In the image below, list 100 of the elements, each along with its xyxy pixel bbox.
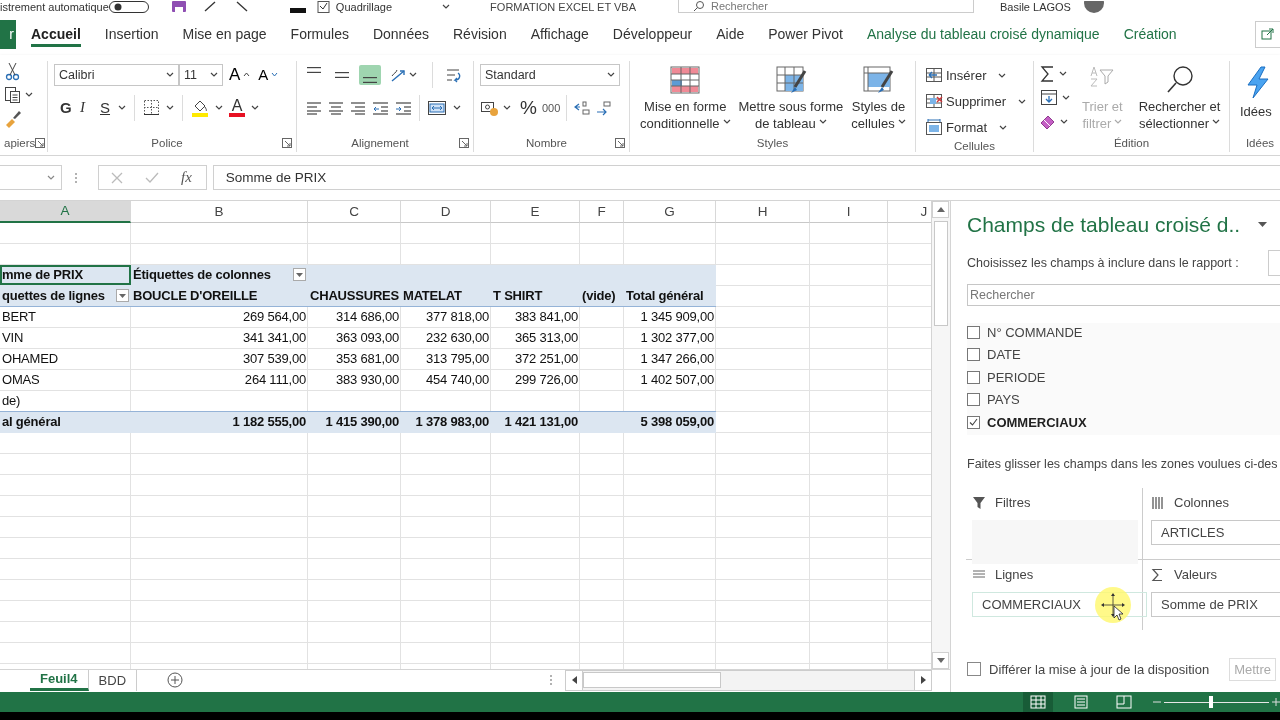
italic-button[interactable]: I — [80, 99, 94, 117]
ribbon-button[interactable]: Mettre sous forme de tableau — [734, 64, 848, 134]
ribbon-tab[interactable]: Données — [360, 14, 441, 55]
avatar-icon[interactable] — [1082, 1, 1105, 13]
column-header[interactable]: B — [131, 200, 308, 223]
ribbon-tab[interactable]: Création — [1111, 14, 1189, 55]
scroll-left-icon[interactable] — [571, 676, 577, 685]
percent-button[interactable]: % — [520, 96, 537, 119]
ribbon-tab[interactable]: Révision — [441, 14, 519, 55]
copy-icon[interactable] — [4, 85, 22, 105]
scrollbar-thumb[interactable] — [583, 672, 721, 689]
align-bottom-button[interactable] — [359, 64, 381, 85]
formula-input[interactable]: Somme de PRIX — [212, 165, 1280, 191]
align-center-icon[interactable] — [328, 100, 344, 115]
dialog-launcher-icon[interactable] — [615, 137, 625, 148]
ribbon-button[interactable]: Format — [922, 115, 1029, 140]
file-tab[interactable]: r — [0, 20, 16, 49]
ribbon-button[interactable]: Insérer — [922, 63, 1029, 88]
scroll-up-icon[interactable] — [936, 206, 945, 212]
ribbon-tab[interactable]: Aide — [704, 14, 757, 55]
dialog-launcher-icon[interactable] — [35, 137, 46, 148]
fill-color-icon[interactable] — [191, 98, 209, 117]
ribbon-tab[interactable]: Formules — [278, 14, 361, 55]
decrease-decimal-icon[interactable] — [573, 99, 591, 116]
column-header[interactable]: I — [810, 200, 888, 223]
table-cell: 1 421 131,00 — [491, 411, 580, 433]
ribbon-tab[interactable]: Mise en page — [170, 14, 279, 55]
autosave-toggle[interactable] — [108, 1, 149, 13]
number-format-dropdown[interactable]: Standard — [480, 63, 620, 86]
increase-decimal-icon[interactable] — [595, 99, 613, 116]
thousands-separator-button[interactable]: 000 — [541, 101, 561, 114]
column-header[interactable]: G — [624, 200, 716, 223]
font-size-dropdown[interactable]: 11 — [179, 63, 223, 86]
shrink-font-button[interactable]: A — [256, 66, 281, 84]
wrap-text-icon[interactable] — [445, 66, 463, 83]
indent-increase-icon[interactable] — [395, 100, 412, 115]
search-field[interactable]: Rechercher — [967, 283, 1280, 306]
column-header[interactable]: H — [716, 200, 810, 223]
sum-icon[interactable] — [1040, 64, 1055, 83]
borders-icon[interactable] — [143, 99, 160, 117]
align-top-icon — [307, 66, 321, 73]
ribbon-tab[interactable]: Développeur — [600, 14, 705, 55]
checkbox-icon[interactable] — [967, 662, 981, 677]
eraser-icon[interactable] — [1040, 113, 1056, 131]
grow-font-button[interactable]: A — [227, 64, 253, 85]
dropdown-icon[interactable] — [1258, 222, 1268, 228]
table-cell: 1 378 983,00 — [401, 411, 491, 433]
area-field[interactable]: ARTICLES — [1151, 519, 1280, 545]
column-header[interactable]: F — [580, 200, 624, 223]
zoom-in-icon[interactable] — [1272, 698, 1280, 706]
dialog-launcher-icon[interactable] — [282, 137, 292, 148]
sheet-tab[interactable]: Feuil4 — [30, 669, 89, 691]
ribbon-tab[interactable]: Analyse du tableau croisé dynamique — [854, 14, 1112, 55]
column-header[interactable]: A — [0, 200, 131, 223]
fill-down-icon[interactable] — [1040, 89, 1058, 107]
checkbox-icon[interactable] — [967, 415, 980, 429]
checkbox-icon[interactable] — [967, 348, 980, 362]
filter-dropdown-button[interactable] — [293, 268, 306, 282]
font-name-dropdown[interactable]: Calibri — [54, 63, 179, 86]
dialog-launcher-icon[interactable] — [459, 137, 469, 148]
vertical-scrollbar[interactable] — [931, 200, 950, 669]
insert-function-button[interactable]: fx — [181, 169, 192, 187]
checkbox-icon[interactable] — [967, 393, 980, 407]
search-field[interactable]: Rechercher — [678, 0, 974, 14]
checkbox-icon[interactable] — [967, 370, 980, 384]
column-header[interactable]: C — [308, 200, 401, 223]
ribbon-button[interactable]: Styles de cellules — [847, 64, 910, 134]
merge-center-icon[interactable] — [427, 98, 447, 117]
align-right-icon[interactable] — [350, 100, 366, 115]
accounting-format-icon[interactable] — [480, 99, 498, 117]
add-sheet-icon[interactable] — [167, 672, 184, 689]
ribbon-tab[interactable]: Power Pivot — [756, 14, 855, 55]
ribbon-button[interactable]: Mise en forme conditionnelle — [636, 64, 735, 134]
filter-dropdown-button[interactable] — [116, 289, 129, 303]
view-button[interactable] — [1023, 692, 1053, 712]
column-header[interactable]: D — [401, 200, 491, 223]
brush-icon[interactable] — [4, 108, 22, 129]
sheet-tab[interactable]: BDD — [88, 669, 138, 691]
scroll-right-icon[interactable] — [920, 676, 926, 685]
ideas-button[interactable]: Idées — [1236, 62, 1276, 134]
underline-button[interactable]: S — [100, 99, 112, 117]
split-handle-icon[interactable] — [549, 674, 553, 687]
save-icon[interactable] — [170, 1, 187, 13]
checkbox-icon[interactable] — [967, 325, 980, 339]
indent-decrease-icon[interactable] — [372, 100, 389, 115]
area-field[interactable]: Somme de PRIX — [1151, 591, 1280, 617]
bold-button[interactable]: G — [60, 99, 74, 117]
horizontal-scrollbar[interactable] — [565, 669, 932, 691]
ribbon-button[interactable]: Supprimer — [922, 89, 1029, 114]
cut-icon[interactable] — [4, 60, 22, 81]
align-left-icon[interactable] — [306, 100, 322, 115]
ribbon-button[interactable]: Rechercher et sélectionner — [1134, 62, 1225, 134]
column-header[interactable]: E — [491, 200, 580, 223]
ribbon-tab[interactable]: Insertion — [92, 14, 171, 55]
font-color-button[interactable]: A — [229, 98, 245, 118]
scroll-down-icon[interactable] — [936, 657, 945, 663]
scrollbar-thumb[interactable] — [934, 220, 948, 326]
ribbon-tab[interactable]: Affichage — [518, 14, 601, 55]
checkbox-icon[interactable] — [316, 1, 331, 13]
slider-thumb[interactable] — [1209, 696, 1214, 708]
